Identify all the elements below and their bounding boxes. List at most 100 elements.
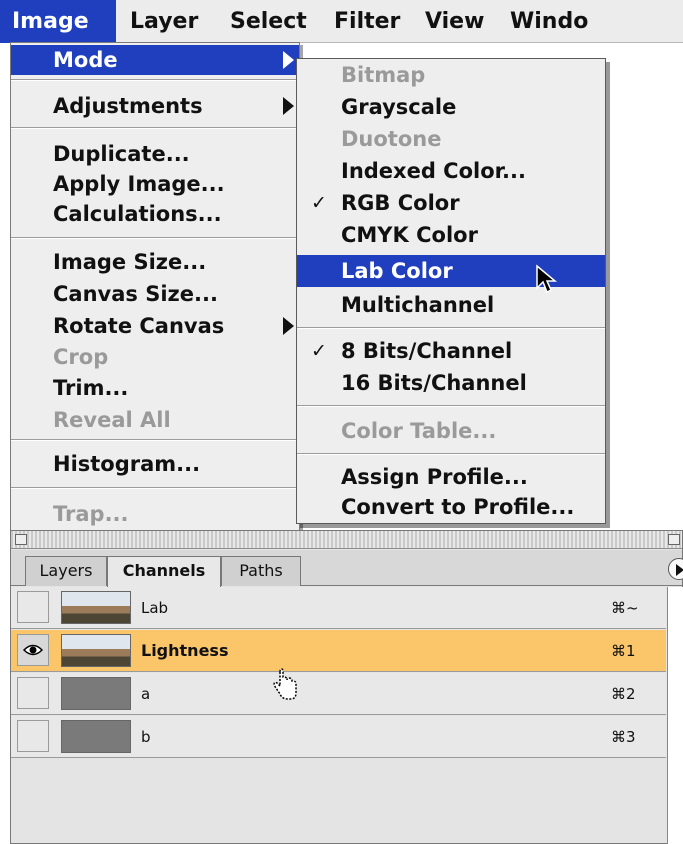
channel-name: b bbox=[141, 728, 151, 746]
menu-item-label: Canvas Size... bbox=[53, 282, 218, 306]
menu-image[interactable]: Image bbox=[0, 0, 116, 43]
submenu-item-convert-profile[interactable]: Convert to Profile... bbox=[297, 491, 605, 523]
submenu-item-assign-profile[interactable]: Assign Profile... bbox=[297, 461, 605, 493]
submenu-item-cmyk-color[interactable]: CMYK Color bbox=[297, 219, 605, 251]
menu-item-label: Reveal All bbox=[53, 408, 171, 432]
menu-item-apply-image[interactable]: Apply Image... bbox=[11, 169, 299, 199]
palette-menu-button[interactable] bbox=[668, 558, 683, 580]
channel-thumbnail bbox=[61, 720, 131, 753]
menu-view[interactable]: View bbox=[425, 0, 484, 43]
menu-item-label: Bitmap bbox=[341, 63, 426, 87]
menu-divider bbox=[11, 487, 299, 489]
menu-item-label: Image Size... bbox=[53, 250, 207, 274]
submenu-item-grayscale[interactable]: Grayscale bbox=[297, 91, 605, 123]
menu-item-image-size[interactable]: Image Size... bbox=[11, 247, 299, 277]
submenu-item-16-bits[interactable]: 16 Bits/Channel bbox=[297, 367, 605, 399]
menu-item-trap[interactable]: Trap... bbox=[11, 499, 299, 529]
channel-shortcut: ⌘~ bbox=[611, 599, 639, 617]
channel-name: Lightness bbox=[141, 641, 229, 660]
menu-item-label: Grayscale bbox=[341, 95, 457, 119]
channels-palette: Layers Channels Paths Lab ⌘~ Lightness ⌘… bbox=[10, 530, 683, 844]
menu-divider bbox=[297, 453, 605, 455]
channel-row[interactable]: b ⌘3 bbox=[11, 716, 666, 758]
tab-paths[interactable]: Paths bbox=[221, 556, 301, 586]
menu-item-label: Histogram... bbox=[53, 452, 201, 476]
menu-item-label: Trim... bbox=[53, 376, 129, 400]
mode-submenu: Bitmap Grayscale Duotone Indexed Color..… bbox=[296, 58, 606, 524]
tab-channels[interactable]: Channels bbox=[107, 556, 221, 587]
eye-icon bbox=[23, 644, 43, 656]
submenu-arrow-icon bbox=[283, 317, 294, 335]
tab-layers[interactable]: Layers bbox=[25, 556, 107, 586]
visibility-toggle[interactable] bbox=[17, 677, 49, 709]
menu-item-label: Calculations... bbox=[53, 202, 222, 226]
submenu-arrow-icon bbox=[283, 97, 294, 115]
menu-item-duplicate[interactable]: Duplicate... bbox=[11, 139, 299, 169]
menu-item-label: RGB Color bbox=[341, 191, 460, 215]
channel-shortcut: ⌘3 bbox=[611, 728, 636, 746]
submenu-item-rgb-color[interactable]: ✓ RGB Color bbox=[297, 187, 605, 219]
menu-item-calculations[interactable]: Calculations... bbox=[11, 199, 299, 229]
menu-filter[interactable]: Filter bbox=[334, 0, 400, 43]
menu-item-label: Multichannel bbox=[341, 293, 495, 317]
channel-name: a bbox=[141, 685, 151, 703]
visibility-toggle[interactable] bbox=[17, 591, 49, 623]
menu-item-label: Convert to Profile... bbox=[341, 495, 575, 519]
channel-row-selected[interactable]: Lightness ⌘1 bbox=[11, 630, 666, 672]
menu-item-adjustments[interactable]: Adjustments bbox=[11, 91, 299, 121]
menu-item-crop[interactable]: Crop bbox=[11, 342, 299, 372]
menu-item-histogram[interactable]: Histogram... bbox=[11, 449, 299, 479]
menu-divider bbox=[11, 439, 299, 441]
channel-name: Lab bbox=[141, 599, 169, 617]
menu-item-rotate-canvas[interactable]: Rotate Canvas bbox=[11, 311, 299, 341]
menu-item-label: Rotate Canvas bbox=[53, 314, 225, 338]
checkmark-icon: ✓ bbox=[311, 340, 327, 362]
menu-item-canvas-size[interactable]: Canvas Size... bbox=[11, 279, 299, 309]
channel-shortcut: ⌘2 bbox=[611, 685, 636, 703]
menu-divider bbox=[11, 237, 299, 239]
menu-item-label: 16 Bits/Channel bbox=[341, 371, 527, 395]
channel-row[interactable]: Lab ⌘~ bbox=[11, 587, 666, 629]
menu-select[interactable]: Select bbox=[230, 0, 307, 43]
menu-item-mode[interactable]: Mode bbox=[11, 45, 299, 75]
menu-divider bbox=[297, 405, 605, 407]
submenu-item-bitmap[interactable]: Bitmap bbox=[297, 59, 605, 91]
menu-bar: Image Layer Select Filter View Windo bbox=[0, 0, 683, 43]
mouse-pointer-icon bbox=[536, 264, 558, 294]
menu-item-label: Color Table... bbox=[341, 419, 497, 443]
submenu-item-8-bits[interactable]: ✓ 8 Bits/Channel bbox=[297, 335, 605, 367]
menu-divider bbox=[11, 127, 299, 129]
palette-tab-bar: Layers Channels Paths bbox=[11, 550, 683, 587]
menu-item-reveal-all[interactable]: Reveal All bbox=[11, 405, 299, 435]
menu-item-label: Adjustments bbox=[53, 94, 203, 118]
palette-title-bar[interactable] bbox=[11, 531, 682, 549]
channel-thumbnail bbox=[61, 591, 131, 624]
palette-scrollbar[interactable] bbox=[667, 587, 683, 844]
menu-window[interactable]: Windo bbox=[510, 0, 588, 43]
checkmark-icon: ✓ bbox=[311, 192, 327, 214]
menu-item-label: Duotone bbox=[341, 127, 442, 151]
visibility-toggle[interactable] bbox=[17, 634, 49, 666]
submenu-arrow-icon bbox=[283, 51, 294, 69]
channel-shortcut: ⌘1 bbox=[611, 642, 636, 660]
menu-item-label: Crop bbox=[53, 345, 109, 369]
menu-layer[interactable]: Layer bbox=[130, 0, 198, 43]
channel-row[interactable]: a ⌘2 bbox=[11, 673, 666, 715]
menu-item-trim[interactable]: Trim... bbox=[11, 373, 299, 403]
submenu-item-duotone[interactable]: Duotone bbox=[297, 123, 605, 155]
menu-item-label: Trap... bbox=[53, 502, 129, 526]
menu-item-label: Apply Image... bbox=[53, 172, 225, 196]
menu-divider bbox=[11, 79, 299, 81]
zoom-box-icon[interactable] bbox=[668, 534, 680, 545]
submenu-item-indexed-color[interactable]: Indexed Color... bbox=[297, 155, 605, 187]
menu-item-label: 8 Bits/Channel bbox=[341, 339, 513, 363]
visibility-toggle[interactable] bbox=[17, 720, 49, 752]
image-menu: Mode Adjustments Duplicate... Apply Imag… bbox=[10, 42, 300, 532]
channel-thumbnail bbox=[61, 677, 131, 710]
menu-divider bbox=[297, 327, 605, 329]
close-box-icon[interactable] bbox=[15, 534, 27, 545]
menu-item-label: Lab Color bbox=[341, 259, 453, 283]
submenu-item-color-table[interactable]: Color Table... bbox=[297, 415, 605, 447]
menu-item-label: Indexed Color... bbox=[341, 159, 526, 183]
menu-item-label: Duplicate... bbox=[53, 142, 190, 166]
